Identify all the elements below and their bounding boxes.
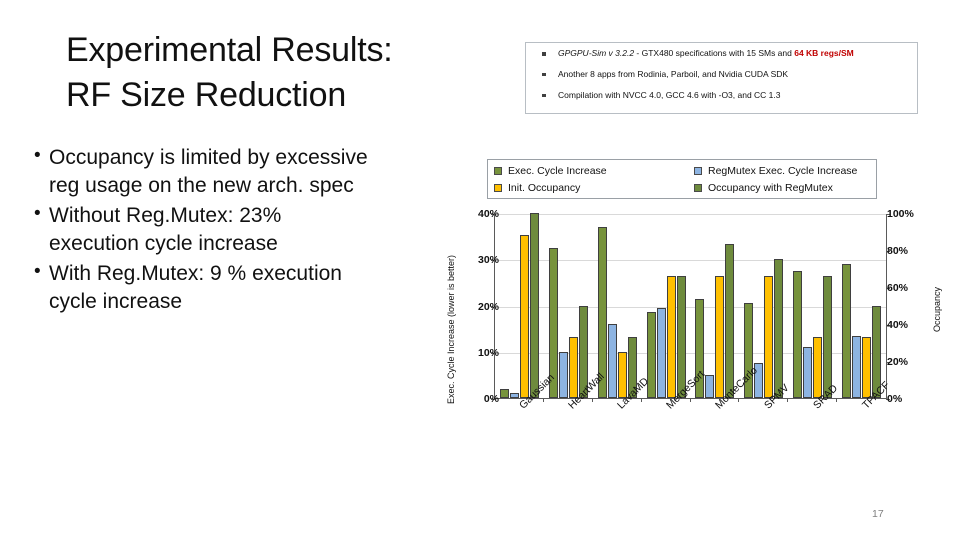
spec-text: Another 8 apps from Rodinia, Parboil, an… bbox=[558, 68, 789, 79]
spec-highlight: 64 KB regs/SM bbox=[794, 48, 854, 58]
bar-group bbox=[837, 214, 886, 398]
bar bbox=[519, 235, 529, 398]
bar bbox=[715, 275, 725, 398]
left-axis-tick-label: 40% bbox=[477, 208, 499, 220]
spec-sim-name: GPGPU-Sim v 3.2.2 bbox=[558, 48, 635, 58]
bullet-item: With Reg.Mutex: 9 % execution cycle incr… bbox=[34, 259, 374, 316]
bar bbox=[842, 263, 852, 398]
category-label-slot: HeartWall bbox=[543, 371, 607, 471]
plot-area bbox=[491, 213, 890, 402]
bar bbox=[509, 393, 519, 398]
legend-item: Occupancy with RegMutex bbox=[694, 179, 884, 196]
legend-label: RegMutex Exec. Cycle Increase bbox=[708, 164, 858, 177]
bar bbox=[568, 336, 578, 398]
legend-item: RegMutex Exec. Cycle Increase bbox=[694, 162, 884, 179]
bullet-item: Without Reg.Mutex: 23% execution cycle i… bbox=[34, 201, 374, 258]
bar-group bbox=[593, 214, 642, 402]
page-title-line-1: Experimental Results: bbox=[66, 31, 393, 69]
bar bbox=[764, 275, 774, 398]
category-label-slot: LavaMD bbox=[592, 375, 651, 471]
left-axis-title: Exec. Cycle Increase (lower is better) bbox=[446, 254, 456, 404]
bar bbox=[607, 324, 617, 398]
bar bbox=[803, 347, 813, 398]
right-axis-tick-label: 0% bbox=[887, 393, 903, 405]
right-axis-title: Occupancy bbox=[932, 286, 942, 332]
bar bbox=[558, 351, 568, 398]
legend-item: Init. Occupancy bbox=[494, 179, 694, 196]
spec-text: - GTX480 specifications with 15 SMs and bbox=[634, 48, 795, 58]
right-axis-tick-label: 20% bbox=[887, 356, 909, 368]
page-number: 17 bbox=[872, 508, 884, 520]
bar bbox=[793, 270, 803, 398]
category-label-slot: TPACF bbox=[838, 379, 892, 471]
category-label-slot: SRAD bbox=[789, 382, 840, 471]
slide: Experimental Results: RF Size Reduction O… bbox=[0, 0, 960, 540]
legend-swatch-icon bbox=[494, 183, 502, 192]
bar-group bbox=[544, 214, 593, 402]
right-axis-tick-label: 100% bbox=[887, 208, 914, 220]
spec-info-box: GPGPU-Sim v 3.2.2 - GTX480 specification… bbox=[525, 42, 918, 114]
page-title: Experimental Results: RF Size Reduction bbox=[66, 28, 466, 118]
bar-chart: Exec. Cycle Increase (lower is better) O… bbox=[437, 204, 942, 474]
bullet-item: Occupancy is limited by excessive reg us… bbox=[34, 143, 374, 200]
bar bbox=[813, 336, 823, 398]
bar-group bbox=[495, 213, 544, 402]
legend-label: Init. Occupancy bbox=[508, 181, 581, 194]
right-axis-tick-label: 80% bbox=[887, 245, 909, 257]
right-axis-tick-label: 40% bbox=[887, 319, 909, 331]
left-axis-tick-label: 0% bbox=[483, 393, 499, 405]
spec-info-row: Compilation with NVCC 4.0, GCC 4.6 with … bbox=[532, 89, 913, 101]
right-axis-tick-label: 60% bbox=[887, 282, 909, 294]
category-label-slot: MonteCarlo bbox=[691, 365, 760, 471]
left-axis-tick-label: 30% bbox=[477, 254, 499, 267]
bar bbox=[852, 335, 862, 398]
chart-legend: Exec. Cycle Increase RegMutex Exec. Cycle… bbox=[487, 159, 877, 199]
bar bbox=[529, 213, 539, 398]
left-axis-tick-label: 10% bbox=[477, 346, 499, 359]
legend-swatch-icon bbox=[694, 166, 702, 175]
bar bbox=[656, 307, 666, 398]
bar bbox=[725, 244, 735, 398]
bar-group bbox=[788, 214, 838, 402]
bar-groups bbox=[495, 213, 886, 402]
bar bbox=[499, 388, 509, 398]
legend-swatch-icon bbox=[494, 166, 502, 175]
bar bbox=[862, 336, 872, 398]
bar-group bbox=[642, 214, 691, 402]
spec-info-row: Another 8 apps from Rodinia, Parboil, an… bbox=[532, 68, 913, 80]
bar bbox=[676, 275, 686, 398]
spec-text: Compilation with NVCC 4.0, GCC 4.6 with … bbox=[558, 89, 781, 100]
legend-swatch-icon bbox=[694, 183, 702, 192]
bullet-list: Occupancy is limited by excessive reg us… bbox=[34, 143, 374, 318]
bar bbox=[774, 259, 784, 398]
bar bbox=[705, 374, 715, 398]
page-title-line-2: RF Size Reduction bbox=[66, 75, 347, 114]
bar bbox=[666, 275, 676, 398]
legend-item: Exec. Cycle Increase bbox=[494, 162, 694, 179]
left-axis-tick-label: 20% bbox=[477, 300, 499, 313]
bar bbox=[823, 275, 833, 398]
category-label-slot: MergeSort bbox=[641, 368, 707, 471]
legend-label: Exec. Cycle Increase bbox=[508, 164, 607, 177]
category-label-slot: Gaussian bbox=[494, 372, 557, 471]
spec-info-row: GPGPU-Sim v 3.2.2 - GTX480 specification… bbox=[532, 48, 913, 59]
category-label-slot: SPMV bbox=[740, 382, 792, 471]
legend-label: Occupancy with RegMutex bbox=[708, 181, 833, 194]
category-axis-labels: Gaussian HeartWall LavaMD MergeSort MonteCar… bbox=[494, 365, 893, 471]
